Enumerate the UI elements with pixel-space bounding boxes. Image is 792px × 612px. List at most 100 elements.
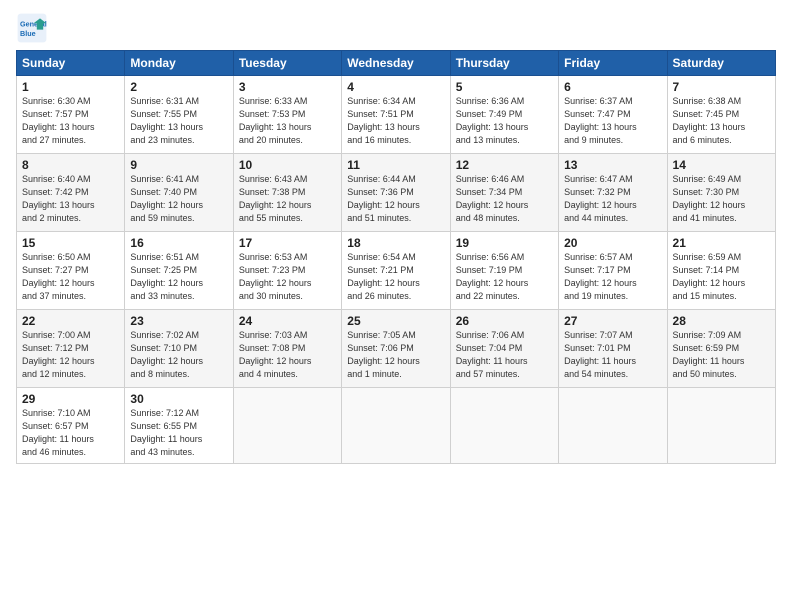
day-number: 17	[239, 236, 336, 250]
header-thursday: Thursday	[450, 51, 558, 76]
calendar-cell: 15Sunrise: 6:50 AM Sunset: 7:27 PM Dayli…	[17, 232, 125, 310]
calendar-cell: 11Sunrise: 6:44 AM Sunset: 7:36 PM Dayli…	[342, 154, 450, 232]
day-number: 11	[347, 158, 444, 172]
calendar-cell: 2Sunrise: 6:31 AM Sunset: 7:55 PM Daylig…	[125, 76, 233, 154]
day-number: 7	[673, 80, 770, 94]
calendar-cell: 8Sunrise: 6:40 AM Sunset: 7:42 PM Daylig…	[17, 154, 125, 232]
day-number: 13	[564, 158, 661, 172]
day-info: Sunrise: 6:41 AM Sunset: 7:40 PM Dayligh…	[130, 173, 227, 225]
day-info: Sunrise: 6:59 AM Sunset: 7:14 PM Dayligh…	[673, 251, 770, 303]
calendar-cell	[233, 388, 341, 464]
calendar-cell: 21Sunrise: 6:59 AM Sunset: 7:14 PM Dayli…	[667, 232, 775, 310]
day-number: 8	[22, 158, 119, 172]
calendar-cell	[450, 388, 558, 464]
calendar-cell: 24Sunrise: 7:03 AM Sunset: 7:08 PM Dayli…	[233, 310, 341, 388]
day-info: Sunrise: 6:36 AM Sunset: 7:49 PM Dayligh…	[456, 95, 553, 147]
day-number: 20	[564, 236, 661, 250]
day-number: 14	[673, 158, 770, 172]
day-number: 5	[456, 80, 553, 94]
calendar-cell	[667, 388, 775, 464]
weekday-header-row: Sunday Monday Tuesday Wednesday Thursday…	[17, 51, 776, 76]
day-number: 15	[22, 236, 119, 250]
calendar-cell: 25Sunrise: 7:05 AM Sunset: 7:06 PM Dayli…	[342, 310, 450, 388]
calendar-cell: 17Sunrise: 6:53 AM Sunset: 7:23 PM Dayli…	[233, 232, 341, 310]
header-wednesday: Wednesday	[342, 51, 450, 76]
calendar-cell: 14Sunrise: 6:49 AM Sunset: 7:30 PM Dayli…	[667, 154, 775, 232]
calendar-cell: 27Sunrise: 7:07 AM Sunset: 7:01 PM Dayli…	[559, 310, 667, 388]
day-number: 23	[130, 314, 227, 328]
day-number: 18	[347, 236, 444, 250]
header: General Blue	[16, 12, 776, 44]
day-number: 29	[22, 392, 119, 406]
day-info: Sunrise: 7:00 AM Sunset: 7:12 PM Dayligh…	[22, 329, 119, 381]
header-friday: Friday	[559, 51, 667, 76]
day-number: 28	[673, 314, 770, 328]
day-number: 21	[673, 236, 770, 250]
day-number: 2	[130, 80, 227, 94]
day-number: 27	[564, 314, 661, 328]
calendar-cell: 22Sunrise: 7:00 AM Sunset: 7:12 PM Dayli…	[17, 310, 125, 388]
header-sunday: Sunday	[17, 51, 125, 76]
day-info: Sunrise: 6:43 AM Sunset: 7:38 PM Dayligh…	[239, 173, 336, 225]
day-info: Sunrise: 6:46 AM Sunset: 7:34 PM Dayligh…	[456, 173, 553, 225]
header-tuesday: Tuesday	[233, 51, 341, 76]
calendar-cell: 4Sunrise: 6:34 AM Sunset: 7:51 PM Daylig…	[342, 76, 450, 154]
day-number: 12	[456, 158, 553, 172]
day-number: 6	[564, 80, 661, 94]
page: General Blue Sunday Monday Tuesday Wedne…	[0, 0, 792, 612]
calendar-cell: 28Sunrise: 7:09 AM Sunset: 6:59 PM Dayli…	[667, 310, 775, 388]
day-number: 25	[347, 314, 444, 328]
day-number: 19	[456, 236, 553, 250]
header-monday: Monday	[125, 51, 233, 76]
calendar-cell: 10Sunrise: 6:43 AM Sunset: 7:38 PM Dayli…	[233, 154, 341, 232]
day-info: Sunrise: 6:37 AM Sunset: 7:47 PM Dayligh…	[564, 95, 661, 147]
logo-icon: General Blue	[16, 12, 48, 44]
day-info: Sunrise: 7:02 AM Sunset: 7:10 PM Dayligh…	[130, 329, 227, 381]
svg-text:Blue: Blue	[20, 29, 36, 38]
calendar-cell: 3Sunrise: 6:33 AM Sunset: 7:53 PM Daylig…	[233, 76, 341, 154]
calendar-cell	[342, 388, 450, 464]
day-info: Sunrise: 7:09 AM Sunset: 6:59 PM Dayligh…	[673, 329, 770, 381]
calendar-cell: 13Sunrise: 6:47 AM Sunset: 7:32 PM Dayli…	[559, 154, 667, 232]
day-info: Sunrise: 6:53 AM Sunset: 7:23 PM Dayligh…	[239, 251, 336, 303]
day-info: Sunrise: 6:50 AM Sunset: 7:27 PM Dayligh…	[22, 251, 119, 303]
calendar-cell: 1Sunrise: 6:30 AM Sunset: 7:57 PM Daylig…	[17, 76, 125, 154]
calendar-cell: 23Sunrise: 7:02 AM Sunset: 7:10 PM Dayli…	[125, 310, 233, 388]
day-number: 1	[22, 80, 119, 94]
day-info: Sunrise: 6:57 AM Sunset: 7:17 PM Dayligh…	[564, 251, 661, 303]
calendar-cell: 29Sunrise: 7:10 AM Sunset: 6:57 PM Dayli…	[17, 388, 125, 464]
calendar-cell: 18Sunrise: 6:54 AM Sunset: 7:21 PM Dayli…	[342, 232, 450, 310]
day-info: Sunrise: 6:51 AM Sunset: 7:25 PM Dayligh…	[130, 251, 227, 303]
day-number: 22	[22, 314, 119, 328]
day-info: Sunrise: 6:44 AM Sunset: 7:36 PM Dayligh…	[347, 173, 444, 225]
day-info: Sunrise: 6:33 AM Sunset: 7:53 PM Dayligh…	[239, 95, 336, 147]
calendar-cell	[559, 388, 667, 464]
calendar-cell: 12Sunrise: 6:46 AM Sunset: 7:34 PM Dayli…	[450, 154, 558, 232]
day-info: Sunrise: 6:54 AM Sunset: 7:21 PM Dayligh…	[347, 251, 444, 303]
header-saturday: Saturday	[667, 51, 775, 76]
calendar-cell: 19Sunrise: 6:56 AM Sunset: 7:19 PM Dayli…	[450, 232, 558, 310]
day-info: Sunrise: 6:34 AM Sunset: 7:51 PM Dayligh…	[347, 95, 444, 147]
day-number: 3	[239, 80, 336, 94]
day-info: Sunrise: 6:47 AM Sunset: 7:32 PM Dayligh…	[564, 173, 661, 225]
day-info: Sunrise: 7:12 AM Sunset: 6:55 PM Dayligh…	[130, 407, 227, 459]
calendar-cell: 6Sunrise: 6:37 AM Sunset: 7:47 PM Daylig…	[559, 76, 667, 154]
day-info: Sunrise: 7:05 AM Sunset: 7:06 PM Dayligh…	[347, 329, 444, 381]
day-number: 10	[239, 158, 336, 172]
day-number: 26	[456, 314, 553, 328]
day-info: Sunrise: 6:31 AM Sunset: 7:55 PM Dayligh…	[130, 95, 227, 147]
calendar-cell: 16Sunrise: 6:51 AM Sunset: 7:25 PM Dayli…	[125, 232, 233, 310]
calendar-cell: 7Sunrise: 6:38 AM Sunset: 7:45 PM Daylig…	[667, 76, 775, 154]
calendar-cell: 5Sunrise: 6:36 AM Sunset: 7:49 PM Daylig…	[450, 76, 558, 154]
day-info: Sunrise: 7:10 AM Sunset: 6:57 PM Dayligh…	[22, 407, 119, 459]
calendar-cell: 26Sunrise: 7:06 AM Sunset: 7:04 PM Dayli…	[450, 310, 558, 388]
logo: General Blue	[16, 12, 52, 44]
calendar-cell: 9Sunrise: 6:41 AM Sunset: 7:40 PM Daylig…	[125, 154, 233, 232]
day-info: Sunrise: 7:06 AM Sunset: 7:04 PM Dayligh…	[456, 329, 553, 381]
calendar-cell: 20Sunrise: 6:57 AM Sunset: 7:17 PM Dayli…	[559, 232, 667, 310]
day-info: Sunrise: 7:07 AM Sunset: 7:01 PM Dayligh…	[564, 329, 661, 381]
day-info: Sunrise: 6:30 AM Sunset: 7:57 PM Dayligh…	[22, 95, 119, 147]
day-number: 9	[130, 158, 227, 172]
day-info: Sunrise: 6:49 AM Sunset: 7:30 PM Dayligh…	[673, 173, 770, 225]
day-info: Sunrise: 6:38 AM Sunset: 7:45 PM Dayligh…	[673, 95, 770, 147]
